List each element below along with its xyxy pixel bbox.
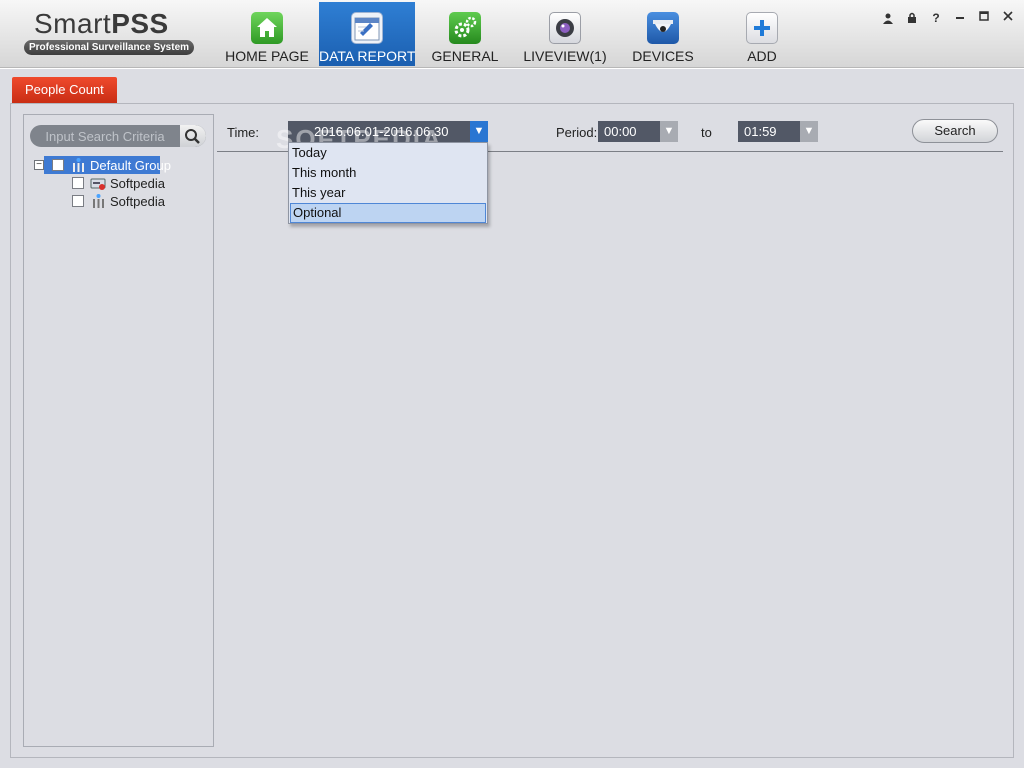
period-to-value: 01:59: [744, 124, 777, 139]
dome-camera-icon: [647, 12, 679, 44]
search-button[interactable]: Search: [912, 119, 998, 143]
time-range-select[interactable]: 2016.06.01-2016.06.30 ▼: [288, 121, 488, 142]
lock-icon[interactable]: [904, 10, 920, 26]
tree-checkbox-default-group[interactable]: [52, 159, 64, 171]
collapse-toggle-icon[interactable]: −: [34, 160, 44, 170]
window-controls: ?: [880, 10, 1016, 26]
dropdown-option-optional[interactable]: Optional: [290, 203, 486, 223]
minimize-button[interactable]: [952, 10, 968, 26]
dropdown-option-this-month[interactable]: This month: [290, 163, 486, 183]
calendar-report-icon: [351, 12, 383, 44]
nav-data-report-label: DATA REPORT: [319, 48, 416, 64]
module-area: People Count − Default Group: [0, 69, 1024, 768]
logo-subtitle: Professional Surveillance System: [24, 40, 194, 55]
tree-label-device: Softpedia: [110, 176, 165, 191]
people-counter-icon: [90, 193, 107, 210]
tree-label-default-group: Default Group: [90, 158, 171, 173]
group-icon: [70, 157, 87, 174]
people-count-panel: − Default Group Softpedia: [10, 103, 1014, 758]
tree-item-default-group[interactable]: − Default Group: [34, 156, 204, 174]
period-from-select[interactable]: 00:00 ▼: [598, 121, 678, 142]
time-range-value: 2016.06.01-2016.06.30: [314, 124, 449, 139]
home-icon: [251, 12, 283, 44]
period-label: Period:: [556, 125, 598, 140]
dropdown-option-this-year[interactable]: This year: [290, 183, 486, 203]
time-range-dropdown: Today This month This year Optional: [288, 142, 488, 224]
to-label: to: [701, 125, 712, 140]
nav-add-label: ADD: [747, 48, 777, 64]
camera-lens-icon: [549, 12, 581, 44]
tree-item-device[interactable]: Softpedia: [34, 193, 204, 210]
nav-devices-label: DEVICES: [632, 48, 694, 64]
chevron-down-icon[interactable]: ▼: [470, 121, 488, 142]
device-tree-panel: − Default Group Softpedia: [23, 114, 214, 747]
top-toolbar: SmartPSS Professional Surveillance Syste…: [0, 0, 1024, 68]
logo-title: SmartPSS: [34, 8, 169, 39]
chevron-down-icon[interactable]: ▼: [800, 121, 818, 142]
tree-item-device[interactable]: Softpedia: [34, 175, 204, 192]
app-logo: SmartPSS Professional Surveillance Syste…: [24, 8, 196, 58]
nav-general-label: GENERAL: [431, 48, 499, 64]
dropdown-option-today[interactable]: Today: [290, 143, 486, 163]
help-button[interactable]: ?: [928, 10, 944, 26]
nav-liveview[interactable]: LIVEVIEW(1): [515, 2, 615, 66]
tab-people-count[interactable]: People Count: [12, 77, 117, 103]
maximize-button[interactable]: [976, 10, 992, 26]
tree-search-input[interactable]: [30, 125, 180, 147]
nav-add[interactable]: ADD: [714, 2, 810, 66]
nav-home-page-label: HOME PAGE: [225, 48, 309, 64]
nav-home-page[interactable]: HOME PAGE: [219, 2, 315, 66]
user-icon[interactable]: [880, 10, 896, 26]
nav-general[interactable]: GENERAL: [417, 2, 513, 66]
tree-label-device: Softpedia: [110, 194, 165, 209]
nvr-device-icon: [90, 175, 107, 192]
tree-checkbox-device[interactable]: [72, 177, 84, 189]
time-label: Time:: [227, 125, 260, 140]
nav-liveview-label: LIVEVIEW(1): [523, 48, 607, 64]
tree-search-box: [30, 125, 206, 147]
period-from-value: 00:00: [604, 124, 637, 139]
chevron-down-icon[interactable]: ▼: [660, 121, 678, 142]
plus-icon: [746, 12, 778, 44]
search-icon[interactable]: [180, 125, 206, 147]
period-to-select[interactable]: 01:59 ▼: [738, 121, 818, 142]
close-button[interactable]: [1000, 10, 1016, 26]
nav-data-report[interactable]: DATA REPORT: [319, 2, 415, 66]
nav-devices[interactable]: DEVICES: [615, 2, 711, 66]
gears-icon: [449, 12, 481, 44]
tree-checkbox-device[interactable]: [72, 195, 84, 207]
